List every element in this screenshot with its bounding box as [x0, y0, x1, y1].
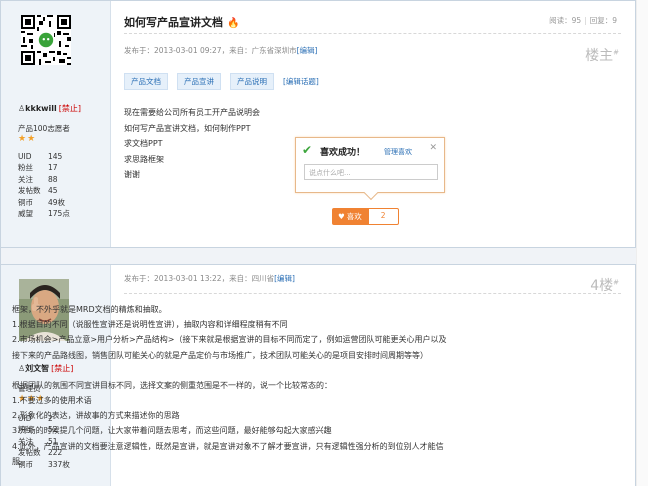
- stat-value[interactable]: 49枚: [48, 197, 65, 208]
- like-button[interactable]: ♥ 喜欢: [332, 208, 368, 225]
- body-line: 1.不要过多的使用术语: [12, 396, 92, 406]
- reply-count: 9: [612, 16, 617, 25]
- stat-label: 威望: [18, 209, 33, 219]
- author-rank: 产品100志愿者: [18, 124, 70, 133]
- edit-link[interactable]: [编辑]: [274, 274, 295, 283]
- post-body: 现在需要给公司所有员工开产品说明会 如何写产品宣讲文档，如何制作PPT 求文档P…: [124, 105, 260, 183]
- thread-counts: 阅读：95 | 回复：9: [549, 16, 617, 25]
- like-count: 2: [367, 208, 399, 225]
- tag-item[interactable]: 产品文档: [124, 73, 168, 90]
- popup-title: 喜欢成功！: [320, 148, 366, 158]
- body-line: 如何写产品宣讲文档，如何制作PPT: [124, 123, 251, 133]
- edit-link[interactable]: [编辑]: [297, 46, 318, 55]
- reply-body: 框架，不外乎就是MRD文档的精炼和抽取。 1.根据目的不同（说服性宣讲还是说明性宣…: [12, 302, 512, 469]
- divider: [124, 33, 621, 34]
- post-gap: [0, 248, 636, 264]
- tag-item[interactable]: 产品宣讲: [177, 73, 221, 90]
- floor-label: 4楼#: [590, 278, 619, 294]
- stat-row: 铜币 49枚: [18, 197, 70, 208]
- body-line: 求文档PPT: [124, 139, 163, 148]
- body-line: 2.形象化的表达，讲故事的方式来描述你的思路: [12, 411, 180, 421]
- post-meta: 发布于：2013-03-01 09:27，来自：广东省深圳市[编辑]: [124, 46, 318, 55]
- stat-label: 铜币: [18, 197, 33, 207]
- stat-label: UID: [18, 152, 32, 161]
- body-line: 求思路框架: [124, 154, 164, 164]
- body-line: 服。: [12, 456, 28, 466]
- manage-likes-link[interactable]: 管理喜欢: [384, 147, 412, 157]
- author-name-row: ♙kkkwill [禁止]: [18, 103, 81, 114]
- like-control: ♥ 喜欢 2: [332, 208, 399, 225]
- tag-item[interactable]: 产品说明: [230, 73, 274, 90]
- heart-icon: ♥: [338, 212, 345, 221]
- author-stars: ★★: [18, 134, 37, 144]
- tag-list: 产品文档 产品宣讲 产品说明 [编辑话题]: [124, 73, 319, 90]
- like-success-popup: ✔ 喜欢成功！ 管理喜欢 ✕ 说点什么吧...: [295, 137, 445, 201]
- qr-code-avatar[interactable]: [21, 15, 71, 65]
- thread-title: 如何写产品宣讲文档 🔥: [124, 16, 240, 29]
- stat-row: 粉丝 17: [18, 162, 70, 173]
- divider: [124, 293, 621, 294]
- hot-fire-icon: 🔥: [227, 18, 240, 29]
- author-name[interactable]: kkkwill: [25, 104, 57, 113]
- edit-tags-link[interactable]: [编辑话题]: [283, 73, 319, 90]
- stat-label: 粉丝: [18, 163, 33, 173]
- stat-label: 发帖数: [18, 186, 41, 196]
- body-line: 谢谢: [124, 170, 140, 179]
- floor-label: 楼主#: [585, 48, 619, 64]
- stat-value[interactable]: 45: [48, 185, 58, 196]
- stat-row: UID 145: [18, 151, 70, 162]
- body-line: 2.市场机会>产品立意>用户分析>产品结构>（接下来就是根据宣讲的目标不同而定了…: [12, 335, 447, 345]
- stat-row: 关注 88: [18, 174, 70, 185]
- stat-value[interactable]: 17: [48, 162, 58, 173]
- stat-label: 关注: [18, 174, 33, 184]
- body-line: 3.开场的时候提几个问题，让大家带着问题去思考，而这些问题，最好能够勾起大家感兴…: [12, 426, 332, 436]
- body-line: 现在需要给公司所有员工开产品说明会: [124, 108, 260, 117]
- view-count: 95: [571, 16, 582, 25]
- stat-row: 威望 175点: [18, 208, 70, 219]
- body-line: [12, 363, 512, 378]
- body-line: 4.此外，产品宣讲的文档要注意逻辑性，既然是宣讲，就是宣讲对象不了解才要宣讲，只…: [12, 441, 444, 451]
- stat-value[interactable]: 88: [48, 174, 58, 185]
- check-icon: ✔: [302, 143, 313, 157]
- post-meta: 发布于：2013-03-01 13:22，来自：四川省[编辑]: [124, 274, 295, 283]
- stat-value[interactable]: 175点: [48, 208, 70, 219]
- body-line: 框架，不外乎就是MRD文档的精炼和抽取。: [12, 305, 167, 314]
- author-stats: UID 145 粉丝 17 关注 88 发帖数 45 铜币 49枚威望 175点: [18, 151, 70, 219]
- ban-link[interactable]: [禁止]: [59, 104, 81, 113]
- body-line: 根据团队的氛围不同宣讲目标不同，选择文案的侧重范围是不一样的，说一个比较常态的：: [12, 380, 332, 390]
- post-first: ♙kkkwill [禁止] 产品100志愿者 ★★ UID 145 粉丝 17 关注 88 发…: [0, 0, 636, 248]
- comment-input[interactable]: 说点什么吧...: [304, 164, 438, 180]
- scrollbar[interactable]: [636, 0, 648, 486]
- close-icon[interactable]: ✕: [429, 143, 437, 153]
- author-sidebar: ♙kkkwill [禁止] 产品100志愿者 ★★ UID 145 粉丝 17 关注 88 发…: [1, 1, 111, 247]
- stat-value[interactable]: 145: [48, 151, 62, 162]
- body-line: 1.根据目的不同（说服性宣讲还是说明性宣讲），抽取内容和详细程度稍有不同: [12, 320, 288, 330]
- stat-row: 发帖数 45: [18, 185, 70, 196]
- body-line: 接下来的产品路线图，销售团队可能关心的就是产品定价与市场推广，技术团队可能关心的…: [12, 350, 428, 360]
